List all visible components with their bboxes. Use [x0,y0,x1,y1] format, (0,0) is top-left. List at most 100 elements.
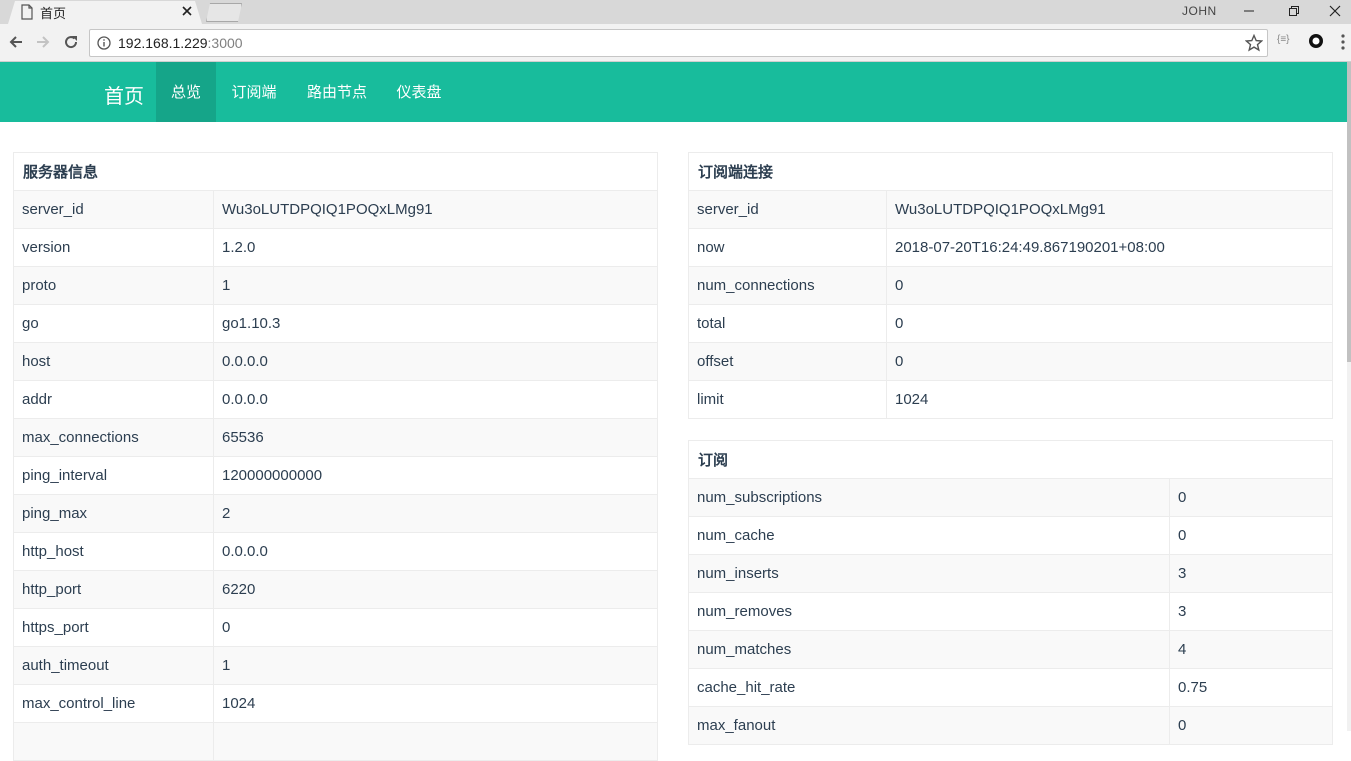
row-value: 0.0.0.0 [212,342,659,381]
connections-title: 订阅端连接 [687,152,1334,191]
row-key: num_subscriptions [688,478,1170,517]
close-icon [1329,5,1340,17]
table-row: num_subscriptions 0 [688,478,1334,517]
row-value: 1 [212,646,659,685]
address-bar[interactable]: 192.168.1.229:3000 [89,29,1268,57]
url-host: 192.168.1.229 [118,35,208,51]
nav-item-subscribers[interactable]: 订阅端 [216,62,292,122]
table-row: server_id Wu3oLUTDPQIQ1POQxLMg91 [13,190,659,229]
close-tab-icon[interactable] [181,4,193,18]
forward-button[interactable] [34,33,52,51]
row-value: 0 [885,266,1334,305]
row-value: 0 [1168,478,1334,517]
row-key: max_connections [13,418,214,457]
subscriptions-table: 订阅 num_subscriptions 0 num_cache 0 num_ins… [687,440,1334,745]
minimize-icon [1244,10,1254,12]
json-extension-icon[interactable]: {≡} [1277,34,1290,45]
new-tab-button[interactable] [206,3,242,22]
row-key: go [13,304,214,343]
forward-arrow-icon [37,36,50,48]
profile-name[interactable]: JOHN [1182,4,1217,18]
table-row: http_host 0.0.0.0 [13,532,659,571]
table-row: version 1.2.0 [13,228,659,267]
row-key: num_inserts [688,554,1170,593]
extension-circle-icon[interactable] [1307,32,1325,50]
row-value: 2018-07-20T16:24:49.867190201+08:00 [885,228,1334,267]
info-icon[interactable] [97,36,111,50]
row-key: proto [13,266,214,305]
table-row: ping_max 2 [13,494,659,533]
brand-link[interactable]: 首页 [104,80,144,109]
page-scrollbar-thumb[interactable] [1347,62,1351,362]
row-key: https_port [13,608,214,647]
url-text: 192.168.1.229:3000 [118,35,243,51]
row-value: 3 [1168,592,1334,631]
row-value: 1.2.0 [212,228,659,267]
row-value: 0 [1168,706,1334,745]
url-port: :3000 [207,35,243,51]
table-row: num_matches 4 [688,630,1334,669]
row-key: ping_max [13,494,214,533]
bookmark-star-icon[interactable] [1245,34,1263,52]
tab-strip: 首页 JOHN [0,0,1351,24]
table-row: max_control_line 1024 [13,684,659,723]
row-key: max_control_line [13,684,214,723]
connections-body: server_id Wu3oLUTDPQIQ1POQxLMg91 now 2018-… [688,190,1334,419]
row-key: num_removes [688,592,1170,631]
row-key: max_fanout [688,706,1170,745]
table-row: now 2018-07-20T16:24:49.867190201+08:00 [688,228,1334,267]
reload-button[interactable] [62,33,80,51]
window-close-button[interactable] [1318,0,1351,22]
row-key: server_id [13,190,214,229]
table-row: addr 0.0.0.0 [13,380,659,419]
row-value: 0.0.0.0 [212,532,659,571]
row-value: 6220 [212,570,659,609]
table-row: max_connections 65536 [13,418,659,457]
restore-button[interactable] [1272,0,1316,22]
table-row: server_id Wu3oLUTDPQIQ1POQxLMg91 [688,190,1334,229]
nav-item-routes[interactable]: 路由节点 [292,62,382,122]
row-key: total [688,304,887,343]
row-value: 0 [212,608,659,647]
row-key: http_host [13,532,214,571]
table-row: cache_hit_rate 0.75 [688,668,1334,707]
table-row: max_fanout 0 [688,706,1334,745]
row-value: 1024 [212,684,659,723]
subscriptions-title: 订阅 [687,440,1334,479]
table-row: https_port 0 [13,608,659,647]
row-key: version [13,228,214,267]
row-value [212,722,659,761]
row-value: go1.10.3 [212,304,659,343]
row-key: offset [688,342,887,381]
table-row [13,722,659,761]
row-key: now [688,228,887,267]
browser-toolbar: 192.168.1.229:3000 {≡} [0,24,1351,62]
nav-item-overview[interactable]: 总览 [156,62,216,122]
table-row: num_cache 0 [688,516,1334,555]
row-value: 0.75 [1168,668,1334,707]
row-value: 65536 [212,418,659,457]
row-value: 0 [885,342,1334,381]
row-key: http_port [13,570,214,609]
restore-icon [1289,6,1299,16]
page-icon [21,4,33,20]
row-key: num_matches [688,630,1170,669]
server-info-body: server_id Wu3oLUTDPQIQ1POQxLMg91 version 1… [13,190,659,761]
row-value: 0 [1168,516,1334,555]
subscriptions-body: num_subscriptions 0 num_cache 0 num_insert… [688,478,1334,745]
minimize-button[interactable] [1227,0,1271,22]
tab-title: 首页 [40,7,67,22]
row-key: host [13,342,214,381]
reload-icon [65,36,78,49]
nav-item-dashboard[interactable]: 仪表盘 [382,62,456,122]
row-value: 0.0.0.0 [212,380,659,419]
table-row: total 0 [688,304,1334,343]
row-value: 2 [212,494,659,533]
back-button[interactable] [7,33,25,51]
table-row: num_connections 0 [688,266,1334,305]
table-row: go go1.10.3 [13,304,659,343]
row-key: addr [13,380,214,419]
browser-tab[interactable] [8,1,202,24]
server-info-title: 服务器信息 [12,152,659,191]
menu-icon[interactable] [1340,33,1346,51]
